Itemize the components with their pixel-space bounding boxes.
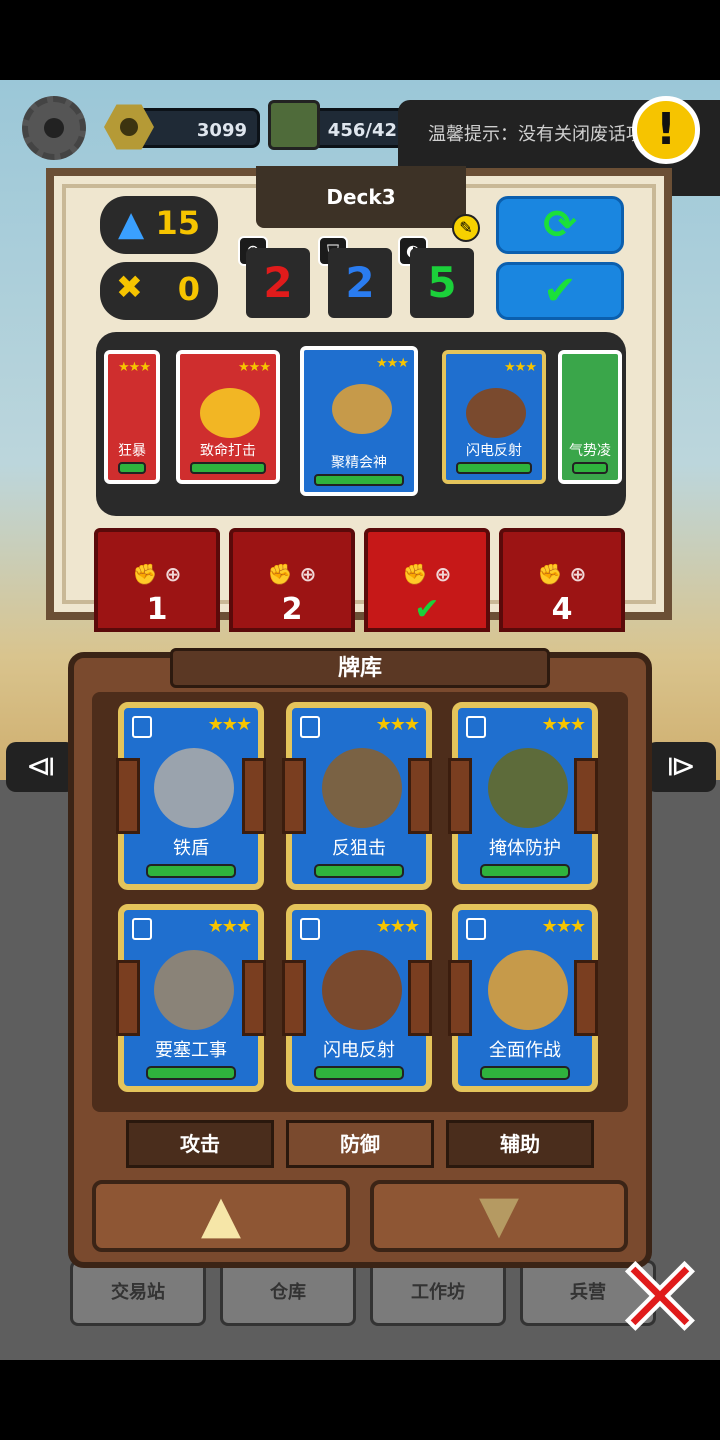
library-grid: ★★★ 铁盾 ★★★ 反狙击 ★★★ 掩体防护 ★★★ 要塞工事 ★★★ 闪电反… (92, 692, 628, 1112)
support-count: 5 (410, 248, 474, 318)
card-clip (282, 758, 306, 834)
card-clip (448, 758, 472, 834)
scroll-down-button[interactable]: ▼ (370, 1180, 628, 1252)
card-clip (408, 758, 432, 834)
scroll-up-button[interactable]: ▲ (92, 1180, 350, 1252)
close-icon[interactable]: ✕ (612, 1241, 708, 1355)
card-clip (116, 758, 140, 834)
triangle-icon: ▲ (118, 204, 145, 244)
nav-warehouse[interactable]: 仓库 (220, 1260, 356, 1326)
deck-card-selected[interactable]: ★★★ 聚精会神 (300, 346, 418, 496)
slot-tab-2[interactable]: ✊ ⊕ 2 (229, 528, 355, 632)
medal-icon: ✖ (116, 268, 143, 306)
prev-arrow-icon[interactable]: ⧏ (6, 742, 76, 792)
card-clip (408, 960, 432, 1036)
slot-tab-1[interactable]: ✊ ⊕ 1 (94, 528, 220, 632)
card-clip (282, 960, 306, 1036)
deck-card[interactable]: ★★★ 狂暴 (104, 350, 160, 484)
defense-count: 2 (328, 248, 392, 318)
confirm-button[interactable]: ✔ (496, 262, 624, 320)
card-clip (242, 758, 266, 834)
attack-count: 2 (246, 248, 310, 318)
cost-counter: ▲ 15 (100, 196, 218, 254)
settings-gear-icon[interactable] (22, 96, 86, 160)
slot-tab-4[interactable]: ✊ ⊕ 4 (499, 528, 625, 632)
card-clip (242, 960, 266, 1036)
deck-title: Deck3 (256, 166, 466, 228)
card-clip (448, 960, 472, 1036)
badge-counter: ✖ 0 (100, 262, 218, 320)
deck-card-strip: ★★★ 狂暴 ★★★ 致命打击 ★★★ 聚精会神 ★★★ 闪电反射 气势凌 (96, 332, 626, 516)
nav-workshop[interactable]: 工作坊 (370, 1260, 506, 1326)
warning-icon[interactable]: ! (632, 96, 700, 164)
tab-attack[interactable]: 攻击 (126, 1120, 274, 1168)
card-clip (574, 960, 598, 1036)
tab-support[interactable]: 辅助 (446, 1120, 594, 1168)
supply-crate-icon (268, 100, 320, 150)
fist-target-icon: ✊ ⊕ (132, 562, 182, 586)
deck-card[interactable]: ★★★ 闪电反射 (442, 350, 546, 484)
slot-tab-3[interactable]: ✊ ⊕ ✔ (364, 528, 490, 632)
tab-defense[interactable]: 防御 (286, 1120, 434, 1168)
refresh-button[interactable]: ⟳ (496, 196, 624, 254)
card-clip (116, 960, 140, 1036)
nav-trade-station[interactable]: 交易站 (70, 1260, 206, 1326)
library-title: 牌库 (170, 648, 550, 688)
fist-target-icon: ✊ ⊕ (402, 562, 452, 586)
next-arrow-icon[interactable]: ⧐ (646, 742, 716, 792)
edit-pencil-icon[interactable]: ✎ (452, 214, 480, 242)
deck-card[interactable]: 气势凌 (558, 350, 622, 484)
fist-target-icon: ✊ ⊕ (537, 562, 587, 586)
fist-target-icon: ✊ ⊕ (267, 562, 317, 586)
card-clip (574, 758, 598, 834)
deck-card[interactable]: ★★★ 致命打击 (176, 350, 280, 484)
